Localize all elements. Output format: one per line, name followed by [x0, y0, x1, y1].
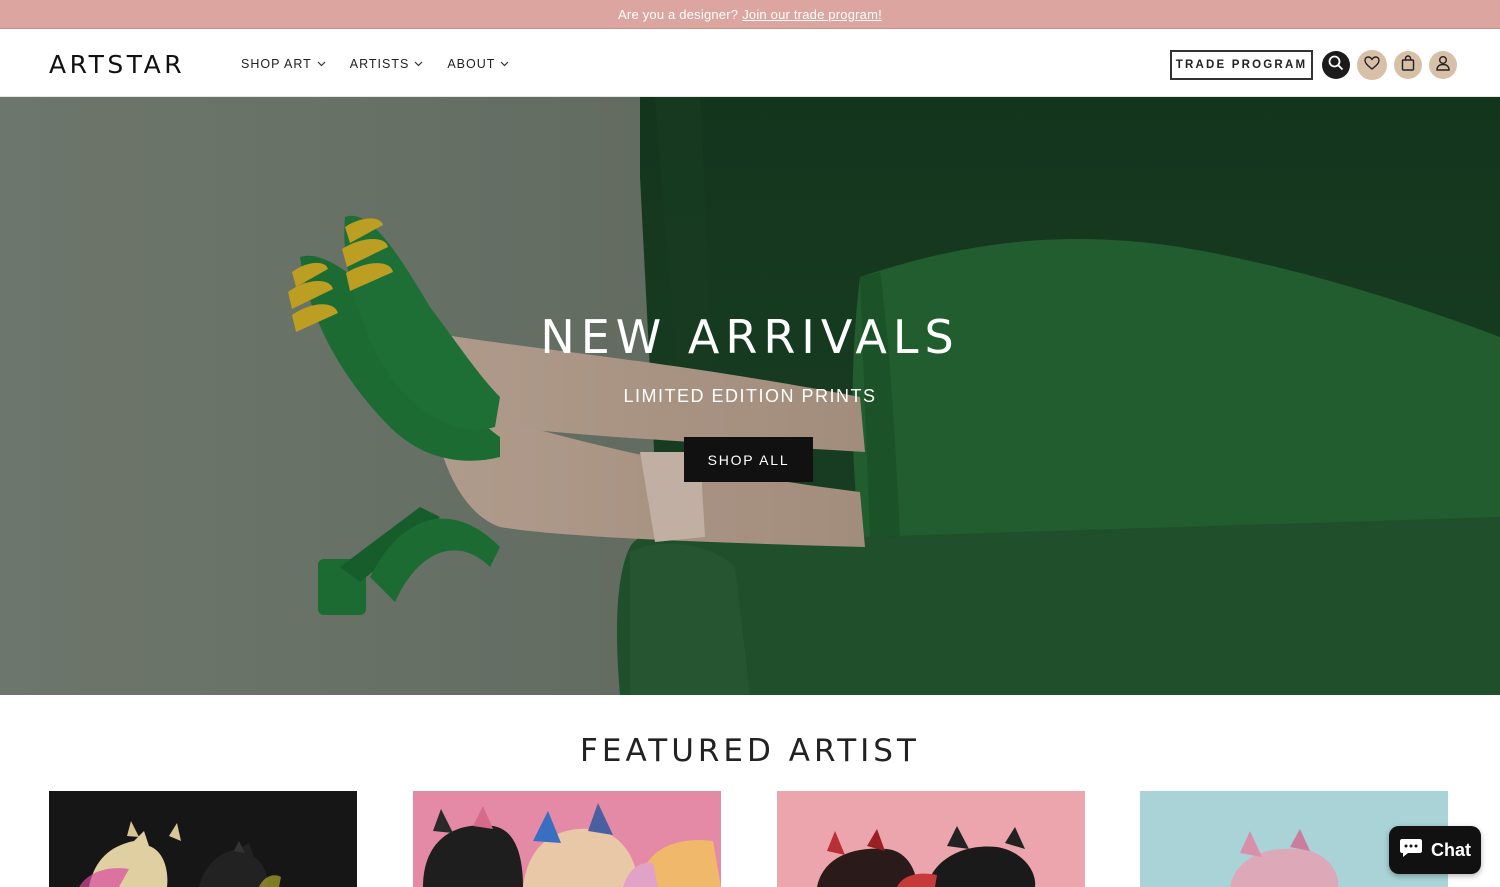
artwork-card[interactable]: [413, 791, 721, 887]
artwork-image: [49, 791, 357, 887]
nav-shop-art-label: SHOP ART: [241, 57, 312, 71]
chevron-down-icon: [414, 61, 423, 67]
shop-all-button[interactable]: SHOP ALL: [684, 437, 813, 482]
announcement-bar: Are you a designer? Join our trade progr…: [0, 0, 1500, 29]
hero-title: NEW ARRIVALS: [540, 310, 960, 364]
bag-icon: [1401, 54, 1415, 76]
chat-label: Chat: [1431, 839, 1471, 860]
nav-about[interactable]: ABOUT: [447, 57, 509, 71]
chevron-down-icon: [500, 61, 509, 67]
featured-artist-heading: FEATURED ARTIST: [580, 733, 920, 769]
search-icon: [1328, 55, 1344, 76]
artwork-image: [413, 791, 721, 887]
account-button[interactable]: [1429, 51, 1457, 79]
trade-program-button[interactable]: TRADE PROGRAM: [1170, 50, 1313, 80]
nav-about-label: ABOUT: [447, 57, 496, 71]
artwork-image: [777, 791, 1085, 887]
cart-button[interactable]: [1394, 51, 1422, 79]
hero-subtitle: LIMITED EDITION PRINTS: [623, 386, 877, 406]
wishlist-button[interactable]: [1357, 50, 1387, 80]
user-icon: [1435, 55, 1451, 76]
hero-banner: NEW ARRIVALS LIMITED EDITION PRINTS SHOP…: [0, 97, 1500, 695]
nav-artists-label: ARTISTS: [349, 57, 410, 71]
site-logo[interactable]: ARTSTAR: [49, 50, 185, 79]
chat-button[interactable]: Chat: [1389, 826, 1481, 874]
heart-icon: [1364, 55, 1380, 75]
nav-artists[interactable]: ARTISTS: [350, 57, 424, 71]
nav-shop-art[interactable]: SHOP ART: [241, 57, 326, 71]
main-nav: SHOP ART ARTISTS ABOUT: [241, 57, 533, 71]
artwork-card[interactable]: [777, 791, 1085, 887]
trade-program-link[interactable]: Join our trade program!: [742, 7, 882, 22]
chat-bubble-icon: [1399, 837, 1423, 864]
artwork-card[interactable]: [49, 791, 357, 887]
announcement-text: Are you a designer?: [618, 6, 739, 22]
chevron-down-icon: [317, 61, 326, 67]
search-button[interactable]: [1322, 51, 1350, 79]
site-header: ARTSTAR SHOP ART ARTISTS ABOUT TRADE PRO…: [0, 29, 1500, 97]
